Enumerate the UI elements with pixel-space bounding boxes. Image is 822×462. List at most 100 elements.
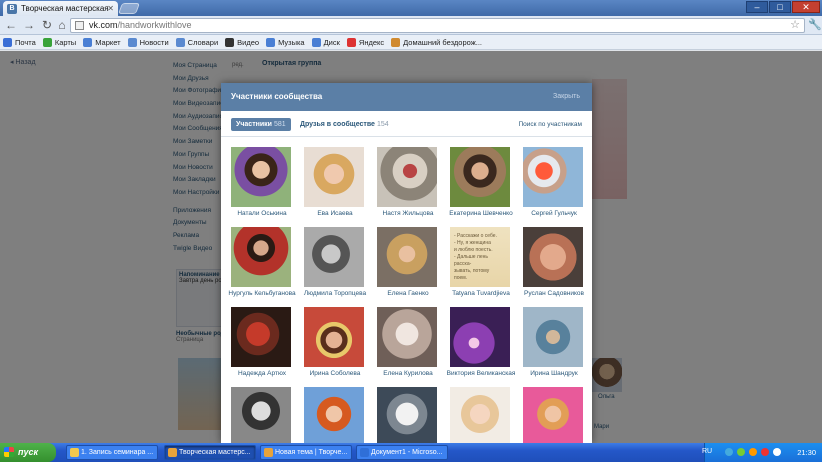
member-card[interactable]: Ева Исаева xyxy=(302,147,368,225)
address-bar[interactable]: vk.com/handworkwithlove ☆ xyxy=(70,18,805,33)
member-card[interactable]: Екатерина Шевченко xyxy=(448,147,514,225)
tab-members[interactable]: Участники 581 xyxy=(231,118,291,131)
bookmark-item[interactable]: Новости xyxy=(127,37,169,47)
bookmark-item[interactable]: Домашний бездорож... xyxy=(391,37,482,47)
tray-security-icon[interactable] xyxy=(761,448,769,456)
avatar-hands-ring-icon[interactable] xyxy=(523,227,583,287)
member-name[interactable]: Виктория Великанская xyxy=(444,370,518,377)
taskbar-window-button[interactable]: 1. Запись семинара ... xyxy=(66,445,158,460)
member-card[interactable]: Людмила Торопцева xyxy=(302,227,368,305)
member-card[interactable]: Натали Оськина xyxy=(229,147,295,225)
home-icon[interactable]: ⌂ xyxy=(55,19,69,32)
bookmark-item[interactable]: Диск xyxy=(311,37,340,47)
member-name[interactable]: Нургуль Кельбуганова xyxy=(225,290,299,297)
windows-logo-icon xyxy=(4,447,14,457)
avatar-woman-redhead-icon[interactable] xyxy=(304,387,364,443)
bookmark-icon xyxy=(266,37,276,47)
avatar-couple-bw-icon[interactable] xyxy=(304,227,364,287)
member-card[interactable] xyxy=(302,387,368,443)
member-card[interactable]: Надежда Артюх xyxy=(229,307,295,385)
avatar-woman-garden-icon[interactable] xyxy=(450,147,510,207)
member-card[interactable]: Виктория Великанская xyxy=(447,307,515,385)
bookmark-item[interactable]: Маркет xyxy=(83,37,121,47)
member-card[interactable]: Ирина Соболева xyxy=(302,307,368,385)
bookmark-label: Домашний бездорож... xyxy=(403,37,482,47)
new-tab-button[interactable] xyxy=(117,3,141,14)
taskbar-window-button[interactable]: Творческая мастерс... xyxy=(164,445,256,460)
tab-close-icon[interactable]: ✕ xyxy=(107,1,114,16)
browser-tab-active[interactable]: В Творческая мастерская "Т... ✕ xyxy=(3,1,118,28)
modal-close-link[interactable]: Закрыть xyxy=(553,93,580,100)
avatar-woman-blonde-selfie-icon[interactable] xyxy=(377,227,437,287)
member-card[interactable]: Елена Гаенко xyxy=(375,227,441,305)
bookmark-item[interactable]: Видео xyxy=(225,37,259,47)
bookmark-item[interactable]: Карты xyxy=(42,37,76,47)
bookmark-icon xyxy=(346,37,356,47)
bookmark-item[interactable]: Музыка xyxy=(266,37,305,47)
member-card[interactable] xyxy=(375,387,441,443)
member-card[interactable]: - Расскажи о себе. - Ну, я женщина и люб… xyxy=(448,227,514,305)
member-card[interactable]: Сергей Гульчук xyxy=(521,147,587,225)
avatar-man-boat-icon[interactable] xyxy=(523,147,583,207)
avatar-blur-light-icon[interactable] xyxy=(377,307,437,367)
bookmark-star-icon[interactable]: ☆ xyxy=(790,19,800,32)
member-name[interactable]: Tatyana Tuvardjieva xyxy=(444,290,518,297)
forward-arrow-icon[interactable]: → xyxy=(22,19,36,32)
modal-header: Участники сообщества Закрыть xyxy=(221,83,592,111)
reload-icon[interactable]: ↻ xyxy=(40,19,54,32)
member-name[interactable]: Надежда Артюх xyxy=(225,370,299,377)
tray-network-icon[interactable] xyxy=(725,448,733,456)
bookmark-item[interactable]: Почта xyxy=(3,37,36,47)
tray-flag-icon[interactable] xyxy=(773,448,781,456)
tray-app-icon[interactable] xyxy=(737,448,745,456)
taskbar-window-button[interactable]: Документ1 - Microso... xyxy=(356,445,448,460)
language-indicator[interactable]: RU xyxy=(702,448,712,455)
bookmark-item[interactable]: Словари xyxy=(175,37,218,47)
member-card[interactable]: Руслан Садовников xyxy=(521,227,587,305)
bookmark-item[interactable]: Яндекс xyxy=(346,37,384,47)
taskbar-window-button[interactable]: Новая тема | Творче... xyxy=(260,445,352,460)
member-card[interactable]: Елена Курилова xyxy=(375,307,441,385)
member-name[interactable]: Людмила Торопцева xyxy=(298,290,372,297)
avatar-woman-blonde-icon[interactable] xyxy=(304,147,364,207)
member-card[interactable] xyxy=(448,387,514,443)
member-name[interactable]: Елена Гаенко xyxy=(371,290,445,297)
clock[interactable]: 21:30 xyxy=(797,448,816,457)
maximize-button[interactable]: □ xyxy=(769,1,791,13)
window-close-button[interactable]: ✕ xyxy=(792,1,820,13)
member-name[interactable]: Екатерина Шевченко xyxy=(444,210,518,217)
avatar-woman-red-dress-icon[interactable] xyxy=(231,227,291,287)
avatar-woman-bw-icon[interactable] xyxy=(231,387,291,443)
avatar-quote-card-icon[interactable]: - Расскажи о себе. - Ну, я женщина и люб… xyxy=(450,227,510,287)
wrench-menu-icon[interactable]: 🔧 xyxy=(808,18,822,32)
quote-text: - Расскажи о себе. - Ну, я женщина и люб… xyxy=(454,233,497,281)
avatar-bike-icon[interactable] xyxy=(377,147,437,207)
avatar-woman-crown-icon[interactable] xyxy=(304,307,364,367)
member-card[interactable]: Нургуль Кельбуганова xyxy=(228,227,296,305)
tab-friends-in-community[interactable]: Друзья в сообществе 154 xyxy=(300,118,389,131)
member-name[interactable]: Ева Исаева xyxy=(298,210,372,217)
tray-volume-icon[interactable] xyxy=(749,448,757,456)
member-name[interactable]: Натали Оськина xyxy=(225,210,299,217)
member-name[interactable]: Ирина Соболева xyxy=(298,370,372,377)
member-name[interactable]: Руслан Садовников xyxy=(517,290,591,297)
avatar-white-tigers-icon[interactable] xyxy=(377,387,437,443)
avatar-woman-pink-icon[interactable] xyxy=(523,387,583,443)
member-card[interactable]: Настя Жильцова xyxy=(375,147,441,225)
avatar-woman-dark-hair-icon[interactable] xyxy=(231,147,291,207)
member-search-link[interactable]: Поиск по участникам xyxy=(518,118,582,131)
start-button[interactable]: пуск xyxy=(0,443,56,462)
avatar-outdoor-kids-icon[interactable] xyxy=(523,307,583,367)
member-card[interactable] xyxy=(229,387,295,443)
avatar-purple-flowers-icon[interactable] xyxy=(450,307,510,367)
avatar-woman-red-icon[interactable] xyxy=(231,307,291,367)
member-name[interactable]: Сергей Гульчук xyxy=(517,210,591,217)
member-name[interactable]: Елена Курилова xyxy=(371,370,445,377)
member-card[interactable] xyxy=(521,387,587,443)
back-arrow-icon[interactable]: ← xyxy=(4,19,18,32)
avatar-woman-light-icon[interactable] xyxy=(450,387,510,443)
member-card[interactable]: Ирина Шандрук xyxy=(521,307,587,385)
member-name[interactable]: Настя Жильцова xyxy=(371,210,445,217)
minimize-button[interactable]: – xyxy=(746,1,768,13)
member-name[interactable]: Ирина Шандрук xyxy=(517,370,591,377)
